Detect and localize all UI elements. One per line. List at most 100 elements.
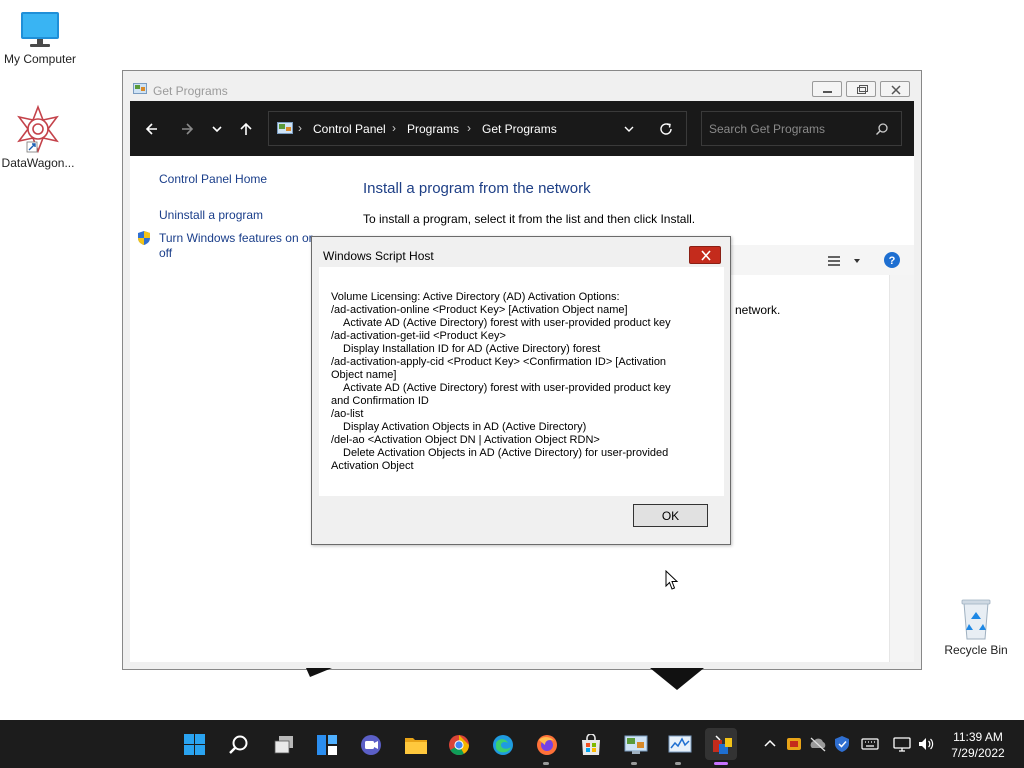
minimize-icon	[823, 91, 832, 93]
desktop-icon-datawagon[interactable]: DataWagon...	[0, 104, 78, 170]
windows-features-link-cont[interactable]: off	[159, 246, 172, 260]
up-button[interactable]	[236, 119, 256, 139]
widgets-button[interactable]	[310, 728, 342, 760]
restore-button[interactable]	[846, 81, 876, 97]
volume-icon[interactable]	[916, 734, 936, 754]
chevron-up-icon[interactable]	[760, 734, 780, 754]
network-icon[interactable]	[892, 734, 912, 754]
window-titlebar[interactable]: Get Programs	[123, 71, 921, 101]
tray-app-icon[interactable]	[784, 734, 804, 754]
start-icon	[184, 734, 205, 755]
clock-time: 11:39 AM	[953, 730, 1003, 744]
vertical-scrollbar[interactable]	[889, 275, 914, 662]
breadcrumb-get-programs[interactable]: Get Programs	[482, 122, 557, 136]
message-line: /ao-list	[331, 408, 364, 420]
search-input[interactable]	[709, 121, 869, 137]
minimize-button[interactable]	[812, 81, 842, 97]
chat-button[interactable]	[354, 728, 386, 760]
address-bar[interactable]: › Control Panel › Programs › Get Program…	[268, 111, 687, 146]
script-host-taskbar-button[interactable]	[705, 728, 737, 765]
message-line: and Confirmation ID	[331, 395, 429, 407]
restore-icon	[857, 85, 868, 94]
edge-icon	[493, 735, 513, 755]
taskbar-search-button[interactable]	[222, 728, 254, 760]
breadcrumb-programs[interactable]: Programs	[407, 122, 459, 136]
dialog-close-button[interactable]	[689, 246, 721, 264]
arrow-right-icon	[182, 123, 194, 135]
file-explorer-button[interactable]	[398, 728, 430, 760]
message-line: /del-ao <Activation Object DN | Activati…	[331, 434, 600, 446]
navigation-bar: › Control Panel › Programs › Get Program…	[130, 101, 914, 156]
datawagon-icon	[17, 104, 59, 154]
dialog-title: Windows Script Host	[323, 249, 434, 263]
firefox-icon	[537, 735, 557, 755]
uninstall-program-link[interactable]: Uninstall a program	[159, 208, 263, 222]
start-button[interactable]	[178, 728, 210, 760]
chrome-button[interactable]	[442, 728, 474, 760]
firefox-button[interactable]	[530, 728, 562, 765]
control-panel-icon	[277, 122, 293, 134]
keyboard-icon[interactable]	[860, 734, 880, 754]
file-explorer-icon	[405, 738, 427, 754]
desktop-icon-my-computer[interactable]: My Computer	[0, 10, 80, 66]
mouse-cursor-icon	[665, 570, 679, 590]
chevron-down-icon[interactable]	[852, 256, 862, 266]
monitor-graph-button[interactable]	[662, 728, 694, 765]
system-clock[interactable]: 11:39 AM 7/29/2022	[940, 729, 1016, 761]
task-view-button[interactable]	[267, 728, 299, 760]
clock-date: 7/29/2022	[951, 746, 1005, 760]
security-shield-icon[interactable]	[832, 734, 852, 754]
arrow-up-icon	[240, 122, 252, 135]
close-button[interactable]	[880, 81, 910, 97]
breadcrumb-separator: ›	[467, 121, 471, 135]
network-message: network.	[735, 303, 781, 317]
message-line: Activate AD (Active Directory) forest wi…	[343, 382, 671, 394]
control-panel-taskbar-button[interactable]	[618, 728, 650, 765]
control-panel-home-link[interactable]: Control Panel Home	[159, 172, 267, 186]
desktop-icon-recycle-bin[interactable]: Recycle Bin	[936, 597, 1016, 657]
monitor-graph-icon	[668, 735, 692, 753]
page-heading: Install a program from the network	[363, 180, 591, 197]
view-menu-icon[interactable]	[827, 255, 841, 267]
taskbar: 11:39 AM 7/29/2022	[0, 720, 1024, 768]
search-icon	[876, 123, 888, 135]
control-panel-icon	[624, 735, 648, 754]
dialog-message: Volume Licensing: Active Directory (AD) …	[331, 291, 716, 473]
dialog-message-area: Volume Licensing: Active Directory (AD) …	[319, 267, 724, 496]
desktop-icon-label: DataWagon...	[1, 156, 75, 170]
edge-button[interactable]	[486, 728, 518, 760]
message-line: /ad-activation-apply-cid <Product Key> <…	[331, 356, 667, 368]
search-box[interactable]	[701, 111, 902, 146]
breadcrumb-control-panel[interactable]: Control Panel	[313, 122, 386, 136]
message-line: Activation Object	[331, 460, 414, 472]
refresh-icon[interactable]	[658, 121, 674, 137]
running-indicator	[631, 762, 637, 765]
recent-locations-button[interactable]	[207, 119, 227, 139]
ok-button[interactable]: OK	[633, 504, 708, 527]
windows-features-link[interactable]: Turn Windows features on or	[159, 231, 313, 245]
breadcrumb-separator: ›	[392, 121, 396, 135]
windows-script-host-dialog: Windows Script Host Volume Licensing: Ac…	[311, 236, 731, 545]
close-icon	[701, 250, 711, 261]
back-button[interactable]	[142, 119, 162, 139]
shadow-artifact	[306, 668, 332, 677]
onedrive-icon[interactable]	[808, 734, 828, 754]
message-line: Display Installation ID for AD (Active D…	[343, 343, 601, 355]
search-icon	[229, 735, 248, 754]
message-line: Volume Licensing: Active Directory (AD) …	[331, 291, 620, 303]
forward-button[interactable]	[177, 119, 197, 139]
active-indicator	[714, 762, 728, 765]
svg-text:?: ?	[889, 255, 896, 267]
shield-icon	[138, 231, 150, 245]
desktop-icon-label: Recycle Bin	[944, 643, 1008, 657]
message-line: /ad-activation-online <Product Key> [Act…	[331, 304, 628, 316]
app-icon	[713, 735, 732, 754]
control-panel-icon	[133, 83, 147, 94]
recycle-bin-icon	[961, 599, 991, 640]
help-icon[interactable]: ?	[883, 251, 901, 269]
widgets-icon	[317, 735, 337, 755]
message-line: Object name]	[331, 369, 397, 381]
page-description: To install a program, select it from the…	[363, 212, 696, 226]
chevron-down-icon[interactable]	[622, 122, 636, 136]
store-button[interactable]	[574, 728, 606, 760]
